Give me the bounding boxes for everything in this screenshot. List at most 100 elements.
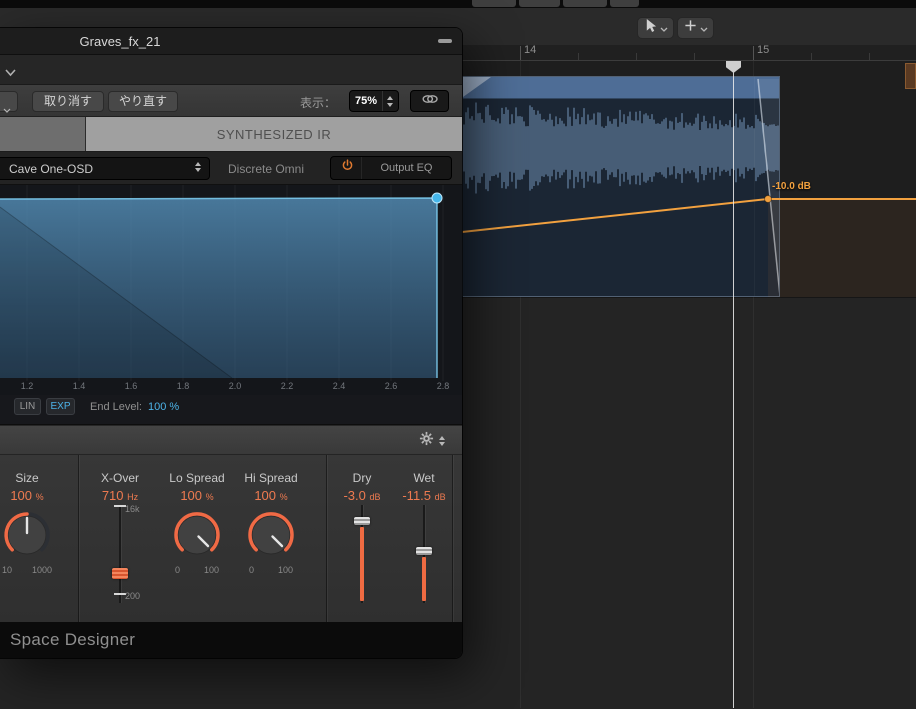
lo-spread-knob[interactable] (171, 509, 223, 566)
crosshair-tool-icon (684, 19, 697, 37)
power-icon[interactable] (340, 158, 355, 178)
parameter-panel: Size 100 % 10 1000 X-Over 710 Hz 16k 200… (0, 455, 462, 622)
size-knob[interactable] (1, 509, 53, 566)
ruler-beat-tick (869, 53, 870, 60)
time-tick: 2.2 (280, 381, 294, 391)
param-label: Hi Spread (244, 471, 298, 485)
size-param: Size 100 % 10 1000 (0, 471, 54, 575)
hi-spread-param: Hi Spread 100 % 0 100 (243, 471, 299, 575)
output-eq-group[interactable]: Output EQ (330, 156, 452, 180)
wet-param: Wet -11.5 dB (396, 455, 452, 622)
lin-button[interactable]: LIN (14, 398, 41, 415)
plugin-titlebar[interactable]: Graves_fx_21 (0, 28, 462, 55)
top-strip (0, 0, 916, 8)
exp-button[interactable]: EXP (46, 398, 75, 415)
zoom-value: 75% (354, 95, 378, 107)
ruler-beat-tick (636, 53, 637, 60)
time-tick: 1.6 (124, 381, 138, 391)
param-label: Lo Spread (169, 471, 225, 485)
toolbar-fragment[interactable] (519, 0, 560, 7)
dry-slider[interactable] (354, 505, 370, 603)
mode-label: Discrete Omni (228, 162, 305, 176)
playhead-line (733, 61, 734, 708)
scale-label: 16k (125, 504, 140, 514)
pointer-tool-icon (644, 18, 657, 38)
redo-button[interactable]: やり直す (108, 91, 178, 112)
automation-value-label: -10.0 dB (772, 181, 811, 192)
curve-mode-row: LIN EXP End Level: 100 % (0, 395, 462, 425)
lo-spread-param: Lo Spread 100 % 0 100 (169, 471, 225, 575)
hi-spread-knob[interactable] (245, 509, 297, 566)
time-tick: 2.0 (228, 381, 242, 391)
toolbar-fragment[interactable] (610, 0, 639, 7)
envelope-graph (0, 185, 444, 381)
ruler-tick (753, 46, 754, 60)
plugin-tabbar: SYNTHESIZED IR (0, 117, 462, 152)
plugin-footer: Space Designer (0, 622, 462, 658)
wet-value[interactable]: -11.5 dB (396, 488, 452, 503)
clipped-button[interactable] (0, 91, 18, 113)
lo-spread-value[interactable]: 100 % (169, 488, 225, 503)
envelope-handle[interactable] (431, 192, 443, 204)
param-label: Dry (352, 471, 372, 485)
stepper-arrows-icon (439, 436, 445, 446)
preset-name: Cave One-OSD (9, 162, 94, 176)
time-tick: 1.8 (176, 381, 190, 391)
minimize-icon[interactable] (438, 39, 452, 43)
xover-slider[interactable]: 16k 200 (112, 504, 140, 603)
utility-bar (0, 425, 462, 455)
tab-partial[interactable] (0, 117, 85, 151)
ruler-tick (520, 46, 521, 60)
time-tick: 1.4 (72, 381, 86, 391)
time-tick: 2.4 (332, 381, 346, 391)
crosshair-tool-button[interactable] (677, 17, 714, 39)
scale-label: 200 (125, 591, 141, 601)
view-label: 表示： (300, 96, 337, 110)
zoom-stepper[interactable]: 75% (349, 90, 399, 112)
slider-handle[interactable] (112, 568, 128, 579)
end-level-value[interactable]: 100 % (148, 401, 179, 413)
envelope-display[interactable]: 1.2 1.4 1.6 1.8 2.0 2.2 2.4 2.6 2.8 (0, 185, 462, 395)
wet-slider[interactable] (416, 505, 432, 603)
stepper-arrows-icon[interactable] (382, 91, 397, 111)
chevron-down-icon (700, 19, 708, 37)
settings-button[interactable] (414, 431, 450, 451)
ruler-beat-tick (578, 53, 579, 60)
tab-synthesized-ir[interactable]: SYNTHESIZED IR (86, 117, 462, 151)
chevron-down-icon (660, 19, 668, 37)
bar-number: 15 (757, 44, 770, 56)
window-title: Graves_fx_21 (79, 34, 161, 49)
end-level-label: End Level: (90, 401, 142, 413)
xover-value[interactable]: 710 Hz (92, 488, 148, 503)
ruler-beat-tick (694, 53, 695, 60)
pointer-tool-button[interactable] (637, 17, 674, 39)
param-label: Size (15, 471, 39, 485)
time-tick: 1.2 (20, 381, 34, 391)
dry-value[interactable]: -3.0 dB (334, 488, 390, 503)
gear-icon (419, 431, 434, 451)
slider-handle[interactable] (416, 547, 432, 555)
preset-row: Cave One-OSD Discrete Omni Output EQ (0, 152, 462, 185)
chevron-down-icon[interactable] (4, 64, 17, 82)
region-fragment[interactable] (905, 63, 916, 89)
ruler-beat-tick (811, 53, 812, 60)
time-tick: 2.8 (436, 381, 450, 391)
link-button[interactable] (410, 90, 449, 112)
xover-param: X-Over 710 Hz 16k 200 (92, 455, 148, 622)
size-value[interactable]: 100 % (0, 488, 54, 503)
toolbar-fragment[interactable] (563, 0, 607, 7)
plugin-toolbar: 取り消す やり直す 表示： 75% (0, 85, 462, 117)
param-label: X-Over (100, 471, 139, 485)
time-tick: 2.6 (384, 381, 398, 391)
dry-param: Dry -3.0 dB (334, 455, 390, 622)
bar-number: 14 (524, 44, 537, 56)
plugin-header-row (0, 55, 462, 85)
plugin-name: Space Designer (10, 630, 136, 649)
hi-spread-value[interactable]: 100 % (243, 488, 299, 503)
stepper-arrows-icon (195, 162, 201, 172)
undo-button[interactable]: 取り消す (32, 91, 104, 112)
toolbar-fragment[interactable] (472, 0, 516, 7)
preset-dropdown[interactable]: Cave One-OSD (0, 157, 210, 180)
output-eq-button[interactable]: Output EQ (362, 162, 451, 174)
slider-handle[interactable] (354, 517, 370, 525)
